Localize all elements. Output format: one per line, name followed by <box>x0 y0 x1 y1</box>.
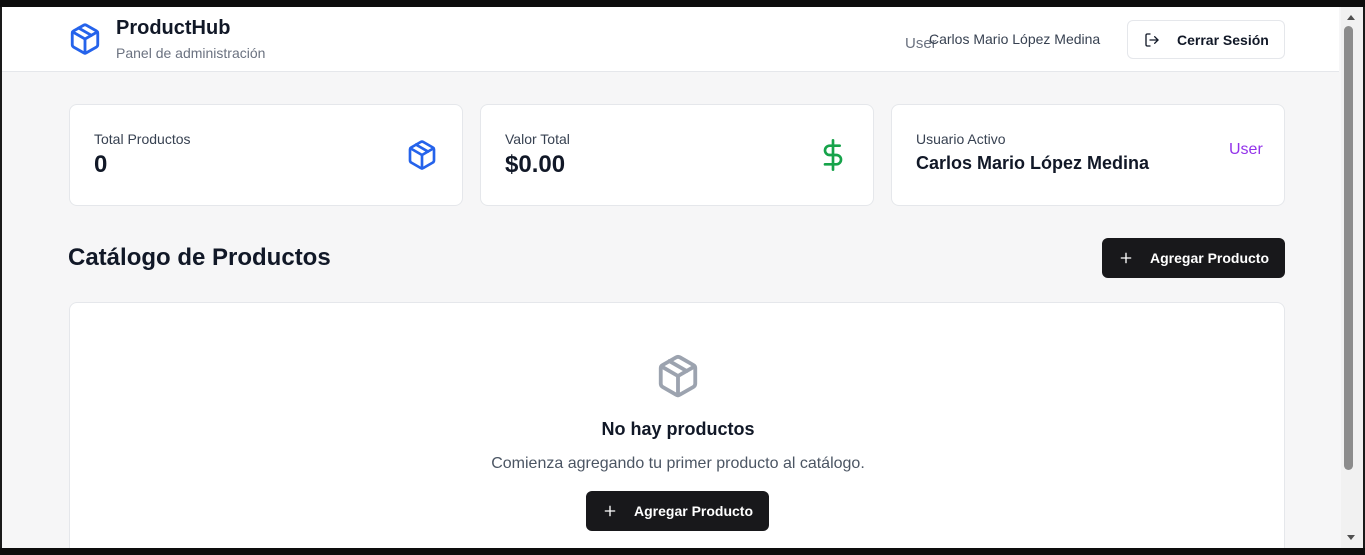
empty-state-subtitle: Comienza agregando tu primer producto al… <box>491 455 865 472</box>
logout-icon <box>1145 33 1159 47</box>
plus-icon <box>604 505 616 517</box>
add-first-product-button[interactable]: Agregar Producto <box>586 491 769 531</box>
catalog-title: Catálogo de Productos <box>68 244 331 271</box>
stat-caption: Usuario Activo <box>916 131 1006 147</box>
header-user-name: Carlos Mario López Medina <box>929 31 1101 47</box>
stat-value: 0 <box>94 151 108 178</box>
stat-card-total-products: Total Productos 0 <box>69 104 463 206</box>
logout-label: Cerrar Sesión <box>1177 32 1269 48</box>
browser-window: ProductHub Panel de administración User … <box>0 7 1365 548</box>
package-icon <box>408 140 436 170</box>
stat-caption: Total Productos <box>94 131 191 147</box>
window-bottom-edge <box>0 548 1365 555</box>
stat-caption: Valor Total <box>505 131 570 147</box>
plus-icon <box>1120 252 1132 264</box>
brand-title: ProductHub <box>116 17 231 39</box>
stat-value: $0.00 <box>505 151 566 178</box>
brand-subtitle: Panel de administración <box>116 45 266 61</box>
app-root: ProductHub Panel de administración User … <box>2 7 1339 548</box>
scroll-up-arrow-icon[interactable] <box>1347 15 1355 20</box>
window-top-edge <box>0 0 1365 7</box>
stat-user-name: Carlos Mario López Medina <box>916 153 1150 173</box>
stat-card-total-value: Valor Total $0.00 <box>480 104 874 206</box>
add-product-button[interactable]: Agregar Producto <box>1102 238 1285 278</box>
package-icon <box>70 23 100 55</box>
scroll-thumb[interactable] <box>1344 26 1353 470</box>
scroll-down-arrow-icon[interactable] <box>1347 535 1355 540</box>
top-header: ProductHub Panel de administración User … <box>2 7 1339 72</box>
logout-button[interactable]: Cerrar Sesión <box>1127 20 1285 59</box>
package-icon <box>658 354 698 398</box>
user-role-badge: User <box>1229 141 1263 158</box>
add-product-label: Agregar Producto <box>1150 250 1270 266</box>
stat-card-active-user: Usuario Activo Carlos Mario López Medina… <box>891 104 1285 206</box>
add-product-label: Agregar Producto <box>634 503 754 519</box>
empty-state-panel: No hay productos Comienza agregando tu p… <box>69 302 1285 548</box>
empty-state-title: No hay productos <box>601 419 755 439</box>
vertical-scrollbar[interactable] <box>1341 7 1363 548</box>
dollar-icon <box>823 139 843 171</box>
